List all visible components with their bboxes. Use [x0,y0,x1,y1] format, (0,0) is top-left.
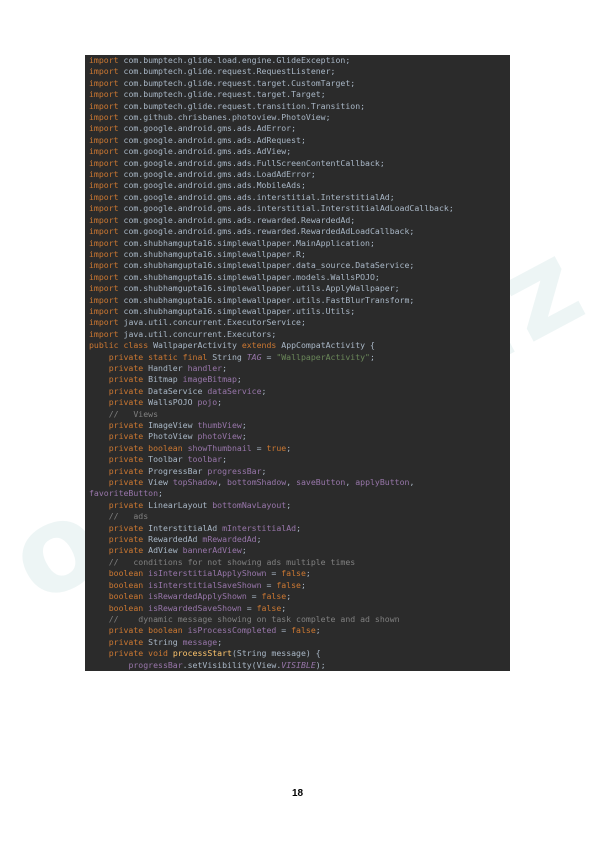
code-block: import com.bumptech.glide.load.engine.Gl… [85,55,510,671]
page-number: 18 [0,788,595,799]
